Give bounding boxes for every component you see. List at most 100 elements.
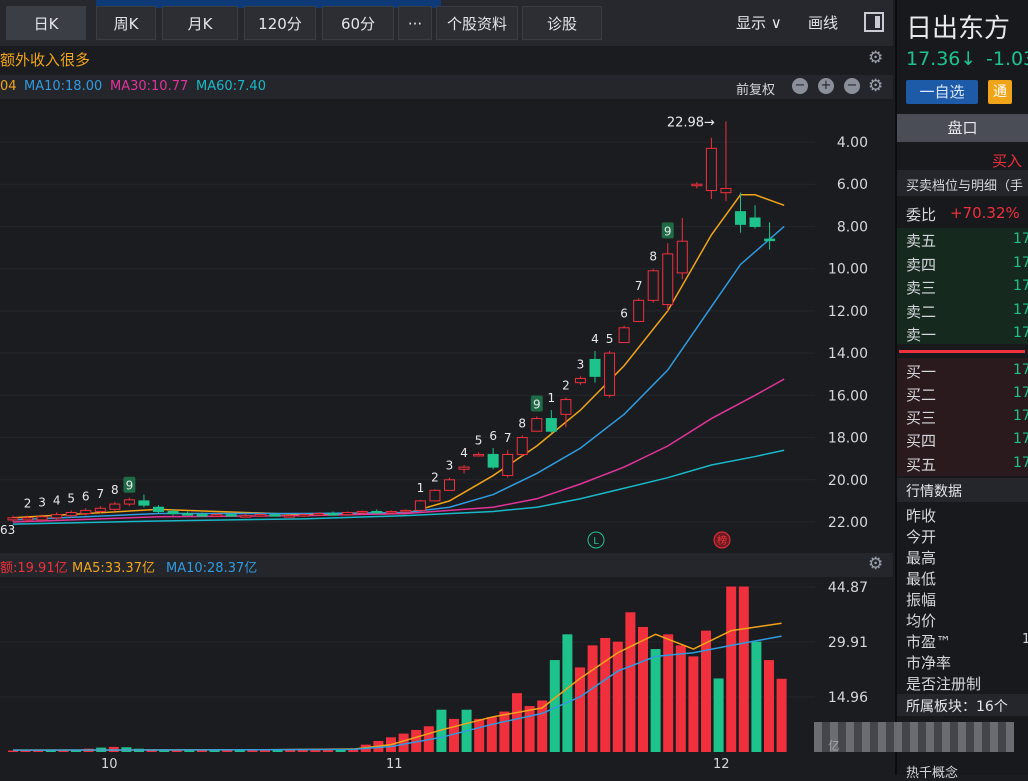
- candle-body: [473, 453, 485, 457]
- volume-ma5-label: MA5:33.37亿: [72, 561, 155, 576]
- volume-bar: [713, 678, 724, 752]
- td-count-label: 1: [548, 391, 556, 405]
- candle-body: [662, 253, 674, 306]
- field-pb: 市净率: [906, 654, 952, 672]
- candle-body: [371, 510, 383, 514]
- bid-level-2: 买二: [906, 386, 937, 404]
- display-dropdown[interactable]: 显示 ∨: [736, 6, 782, 40]
- tab-60min[interactable]: 60分: [322, 6, 394, 40]
- candle-body: [531, 418, 543, 432]
- volume-ma10-label: MA10:28.37亿: [166, 561, 258, 576]
- tab-month-k[interactable]: 月K: [162, 6, 238, 40]
- td-count-label: 2: [562, 378, 570, 392]
- candle-body: [720, 187, 732, 194]
- adjust-dropdown[interactable]: 前复权: [736, 79, 775, 98]
- candle-body: [574, 377, 586, 384]
- volume-axis-label: 44.87: [828, 580, 868, 596]
- candle-body: [342, 512, 354, 516]
- gear-icon[interactable]: ⚙: [868, 48, 883, 68]
- volume-bar: [575, 667, 585, 752]
- tab-week-k[interactable]: 周K: [96, 6, 156, 40]
- field-high: 最高: [906, 549, 937, 567]
- price-axis-label: 12.00: [828, 304, 868, 320]
- td-count-label: 5: [67, 491, 75, 505]
- price-axis-label: 16.00: [828, 388, 868, 404]
- tab-120min[interactable]: 120分: [244, 6, 316, 40]
- candle-body: [196, 514, 208, 517]
- field-open: 今开: [906, 528, 937, 546]
- td-count-label: 4: [591, 332, 599, 346]
- minimize-icon[interactable]: −: [844, 78, 860, 94]
- price-axis-label: 10.00: [828, 262, 868, 278]
- sector-label[interactable]: 所属板块：16个: [906, 696, 1008, 716]
- candle-body: [560, 399, 572, 415]
- candle-body: [138, 500, 150, 506]
- volume-bar: [638, 626, 648, 752]
- bid-level-4: 买四: [906, 432, 937, 450]
- candle-body: [589, 358, 601, 377]
- candle-body: [269, 514, 281, 517]
- volume-bar: [512, 693, 522, 752]
- candle-body: [313, 513, 325, 516]
- zoom-out-icon[interactable]: −: [792, 78, 808, 94]
- stock-change: -1.03: [986, 48, 1028, 70]
- td-count-label: 9: [533, 397, 541, 411]
- tong-button[interactable]: 通: [988, 80, 1012, 104]
- candle-body: [167, 510, 179, 515]
- price-axis-label: 6.00: [837, 177, 868, 193]
- chart-settings-icon[interactable]: ⚙: [868, 76, 883, 96]
- field-registration: 是否注册制: [906, 675, 982, 693]
- tab-day-k[interactable]: 日K: [6, 6, 86, 40]
- candle-body: [327, 513, 339, 516]
- bid-price-3: 17: [1013, 408, 1028, 424]
- more-button[interactable]: ···: [398, 6, 432, 40]
- date-axis: [0, 755, 893, 775]
- volume-axis-label: 14.96: [828, 690, 868, 706]
- candle-body: [36, 516, 48, 521]
- panel-toggle-icon[interactable]: [864, 12, 884, 32]
- candle-body: [400, 509, 412, 513]
- price-axis-label: 18.00: [828, 431, 868, 447]
- bang-marker-label: 榜: [717, 534, 727, 547]
- diagnose-button[interactable]: 诊股: [522, 6, 602, 40]
- candle-body: [735, 211, 746, 225]
- volume-chart[interactable]: 14.9629.9144.87亿: [0, 578, 893, 754]
- candle-body: [94, 507, 106, 512]
- bid-level-1: 买一: [906, 363, 937, 381]
- pankou-tab[interactable]: 盘口: [897, 114, 1028, 142]
- bid-price-2: 17: [1013, 385, 1028, 401]
- candle-body: [298, 514, 310, 517]
- td-count-label: 8: [518, 416, 526, 430]
- date-label-nov: 11: [386, 757, 403, 772]
- td-count-label: 4: [460, 446, 468, 460]
- volume-bar: [764, 660, 774, 752]
- td-count-label: 1: [417, 481, 425, 495]
- add-watchlist-button[interactable]: 一自选: [906, 80, 978, 104]
- candle-body: [516, 437, 528, 455]
- draw-line-button[interactable]: 画线: [808, 6, 838, 40]
- candle-body: [65, 512, 77, 517]
- news-bar: [0, 46, 893, 72]
- td-count-label: 6: [620, 307, 628, 321]
- volume-bar: [675, 645, 686, 752]
- volume-bar: [776, 678, 787, 752]
- ask-price-4: 17: [1013, 255, 1028, 271]
- volume-bar: [726, 586, 737, 752]
- volume-bar: [524, 706, 535, 752]
- candle-body: [22, 517, 34, 521]
- ask-price-2: 17: [1013, 302, 1028, 318]
- weibi-label: 委比: [906, 206, 937, 224]
- candle-body: [502, 453, 514, 477]
- candle-body: [7, 517, 19, 521]
- candle-body: [356, 510, 368, 514]
- volume-bar: [650, 649, 661, 752]
- volume-settings-icon[interactable]: ⚙: [868, 554, 883, 574]
- zoom-in-icon[interactable]: +: [818, 78, 834, 94]
- volume-bar: [738, 586, 749, 752]
- bid-price-4: 17: [1013, 431, 1028, 447]
- td-count-label: 5: [475, 433, 483, 447]
- stock-profile-button[interactable]: 个股资料: [436, 6, 518, 40]
- price-chart[interactable]: 22.0020.0018.0016.0014.0012.0010.008.006…: [0, 100, 893, 552]
- buy-in-button[interactable]: 买入: [992, 150, 1022, 171]
- news-headline[interactable]: 额外收入很多: [0, 49, 90, 70]
